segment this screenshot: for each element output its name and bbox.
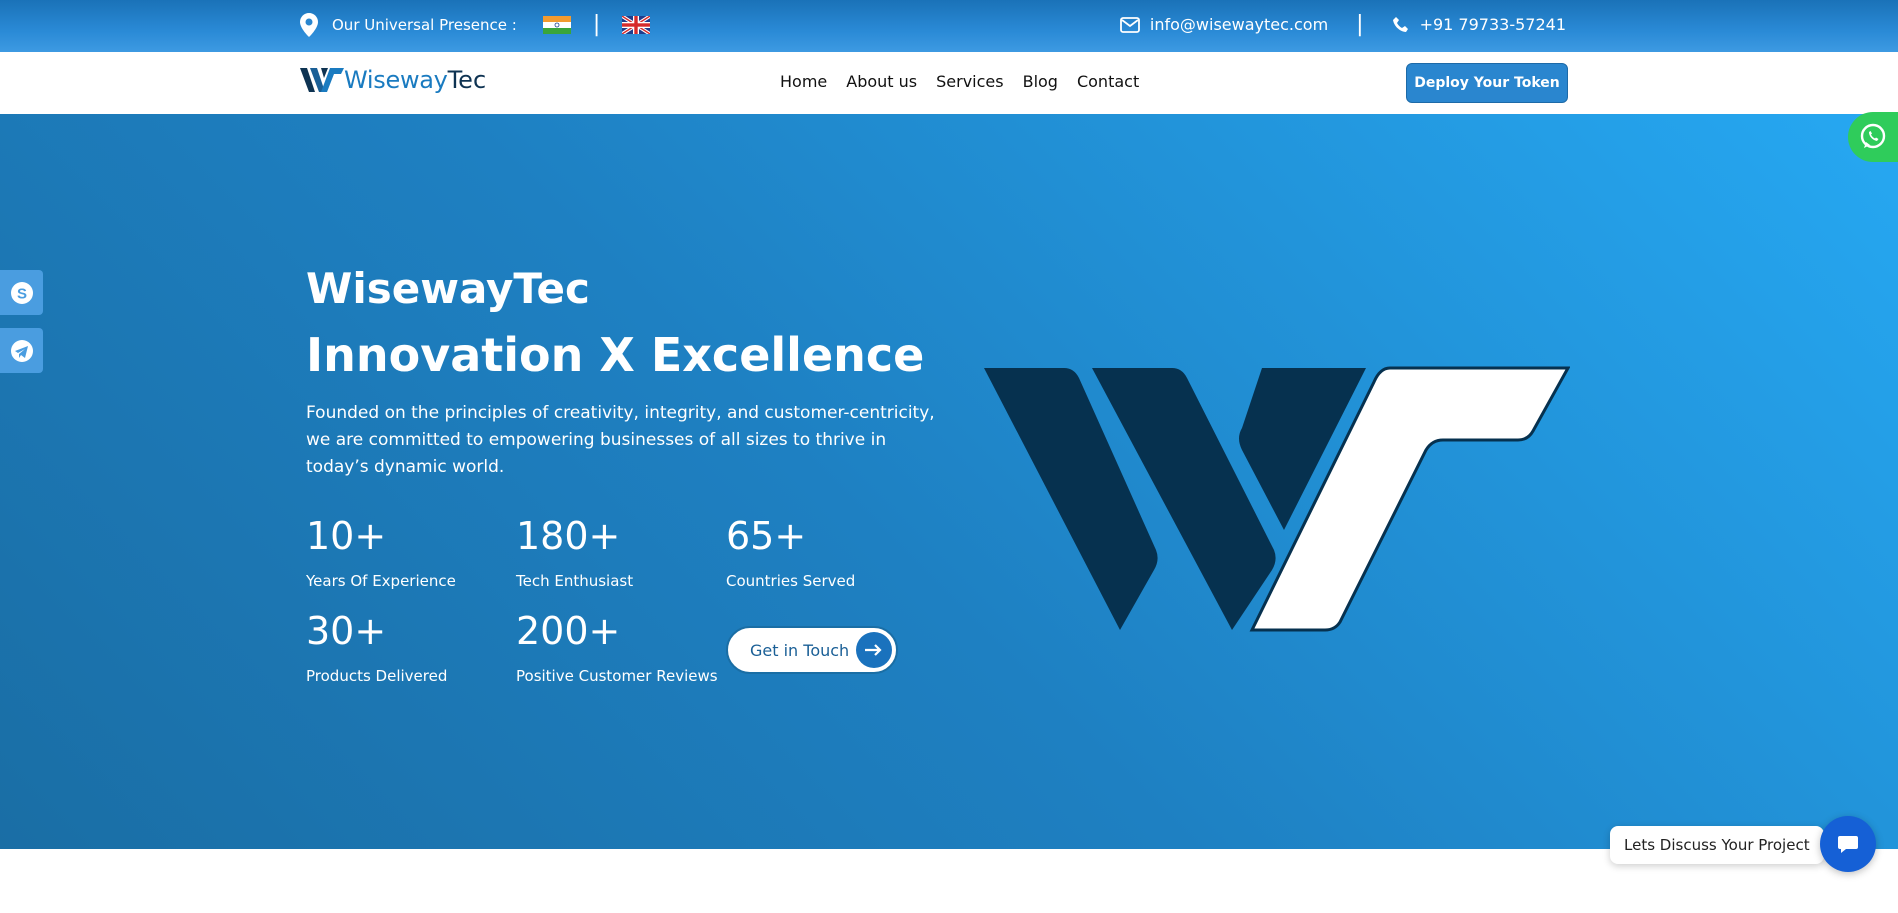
stat-reviews: 200+ Positive Customer Reviews — [516, 611, 718, 685]
contact-separator: | — [1356, 12, 1364, 37]
stat-countries: 65+ Countries Served — [726, 516, 855, 590]
chat-prompt-label[interactable]: Lets Discuss Your Project — [1610, 826, 1824, 864]
nav-about-us[interactable]: About us — [846, 72, 917, 91]
logo-mark-icon — [300, 68, 344, 92]
flag-separator: | — [592, 12, 601, 37]
phone-link[interactable]: +91 79733-57241 — [1420, 15, 1566, 34]
stat-experience: 10+ Years Of Experience — [306, 516, 456, 590]
nav-menu: Home About us Services Blog Contact — [780, 72, 1139, 91]
location-pin-icon — [300, 12, 318, 37]
hero-logo-graphic — [984, 366, 1570, 632]
universal-presence: Our Universal Presence : | — [300, 12, 651, 37]
hero-section: WisewayTec Innovation X Excellence Found… — [0, 114, 1898, 849]
india-flag-icon[interactable] — [542, 15, 571, 34]
chat-bubble-icon — [1838, 836, 1858, 853]
arrow-right-icon — [856, 632, 892, 668]
telegram-icon — [10, 339, 33, 362]
chat-open-button[interactable] — [1820, 816, 1876, 872]
logo-text-tec: Tec — [447, 66, 487, 94]
contact-info: info@wisewaytec.com | +91 79733-57241 — [1120, 12, 1566, 37]
envelope-icon — [1120, 16, 1140, 33]
stat-number: 65+ — [726, 514, 807, 558]
phone-icon — [1392, 16, 1408, 32]
stat-products: 30+ Products Delivered — [306, 611, 447, 685]
whatsapp-icon — [1860, 123, 1886, 149]
get-in-touch-label: Get in Touch — [750, 640, 850, 660]
hero-brand-heading: WisewayTec — [306, 264, 590, 313]
hero-tagline-heading: Innovation X Excellence — [306, 328, 925, 382]
nav-blog[interactable]: Blog — [1023, 72, 1058, 91]
main-navbar: Wiseway Tec Home About us Services Blog C… — [0, 52, 1898, 114]
telegram-button[interactable] — [0, 328, 43, 373]
stat-number: 200+ — [516, 609, 621, 653]
email-link[interactable]: info@wisewaytec.com — [1150, 15, 1328, 34]
stat-label: Years Of Experience — [306, 572, 456, 590]
deploy-token-button[interactable]: Deploy Your Token — [1406, 63, 1568, 103]
skype-icon: S — [10, 281, 33, 304]
wisewaytec-logo[interactable]: Wiseway Tec — [300, 66, 486, 94]
stat-enthusiasts: 180+ Tech Enthusiast — [516, 516, 633, 590]
skype-button[interactable]: S — [0, 270, 43, 315]
nav-services[interactable]: Services — [936, 72, 1003, 91]
nav-home[interactable]: Home — [780, 72, 827, 91]
presence-label: Our Universal Presence : — [332, 15, 517, 34]
stat-number: 180+ — [516, 514, 621, 558]
whatsapp-button[interactable] — [1848, 112, 1898, 162]
get-in-touch-button[interactable]: Get in Touch — [726, 626, 898, 674]
nav-contact[interactable]: Contact — [1077, 72, 1139, 91]
hero-description: Founded on the principles of creativity,… — [306, 403, 935, 477]
uk-flag-icon[interactable] — [622, 15, 651, 34]
stat-number: 30+ — [306, 609, 387, 653]
stat-label: Countries Served — [726, 572, 856, 590]
svg-text:S: S — [16, 285, 26, 302]
stat-label: Tech Enthusiast — [516, 572, 634, 590]
stat-label: Products Delivered — [306, 667, 448, 685]
logo-text-wiseway: Wiseway — [344, 66, 448, 94]
top-bar: Our Universal Presence : | info@wisewayt… — [0, 0, 1898, 52]
stat-label: Positive Customer Reviews — [516, 667, 718, 685]
stat-number: 10+ — [306, 514, 387, 558]
